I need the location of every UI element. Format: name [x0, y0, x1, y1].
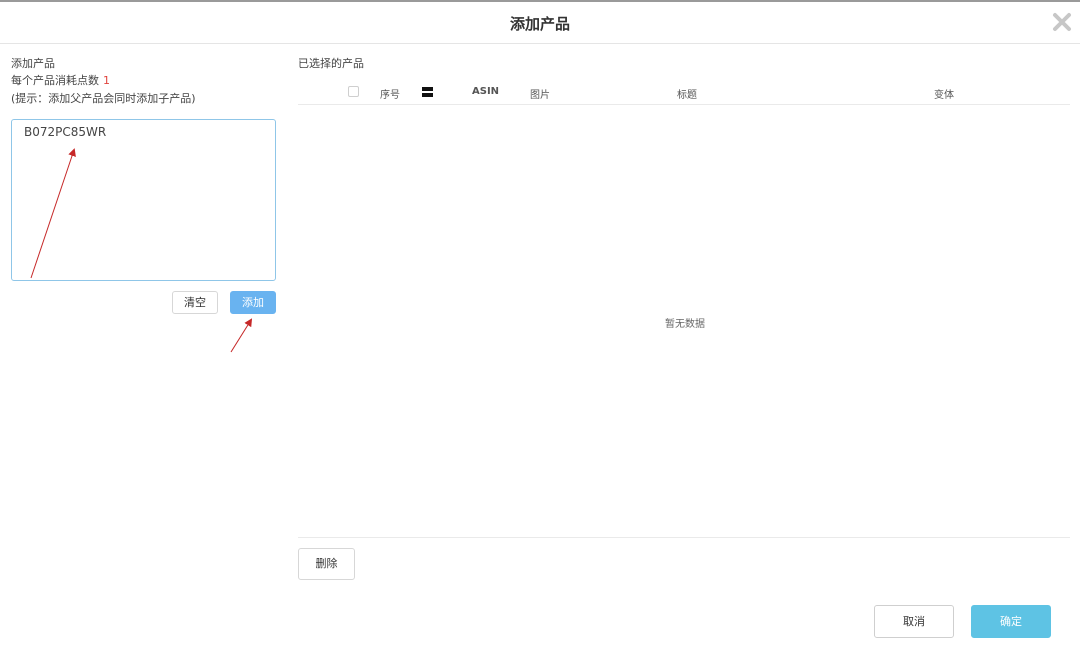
delete-button[interactable]: 删除 — [298, 548, 355, 580]
selected-products-title: 已选择的产品 — [298, 57, 364, 70]
table-header: 序号 ASIN 图片 标题 变体 — [298, 82, 1070, 105]
column-title: 标题 — [677, 90, 697, 101]
column-index: 序号 — [380, 90, 400, 101]
table-divider — [298, 537, 1070, 538]
column-asin: ASIN — [472, 86, 500, 97]
asin-input[interactable] — [11, 119, 276, 281]
add-product-heading: 添加产品 — [11, 57, 55, 70]
cancel-button[interactable]: 取消 — [874, 605, 954, 638]
dialog-title: 添加产品 — [509, 15, 570, 33]
hint-text: (提示：添加父产品会同时添加子产品) — [11, 92, 196, 105]
dialog-header: 添加产品 — [0, 2, 1080, 44]
add-button[interactable]: 添加 — [230, 291, 276, 314]
empty-state-text: 暂无数据 — [665, 319, 705, 330]
confirm-button[interactable]: 确定 — [971, 605, 1051, 638]
cost-label: 每个产品消耗点数 — [11, 74, 99, 87]
column-variant: 变体 — [934, 90, 954, 101]
clear-button[interactable]: 清空 — [172, 291, 218, 314]
add-product-dialog: 添加产品 添加产品 每个产品消耗点数 1 (提示：添加父产品会同时添加子产品) 清… — [0, 0, 1080, 645]
close-icon[interactable] — [1052, 12, 1072, 32]
cost-value: 1 — [103, 74, 110, 87]
sort-icon[interactable] — [422, 87, 433, 98]
select-all-checkbox[interactable] — [348, 86, 359, 97]
cost-line: 每个产品消耗点数 1 — [11, 72, 110, 88]
column-image: 图片 — [530, 90, 550, 101]
